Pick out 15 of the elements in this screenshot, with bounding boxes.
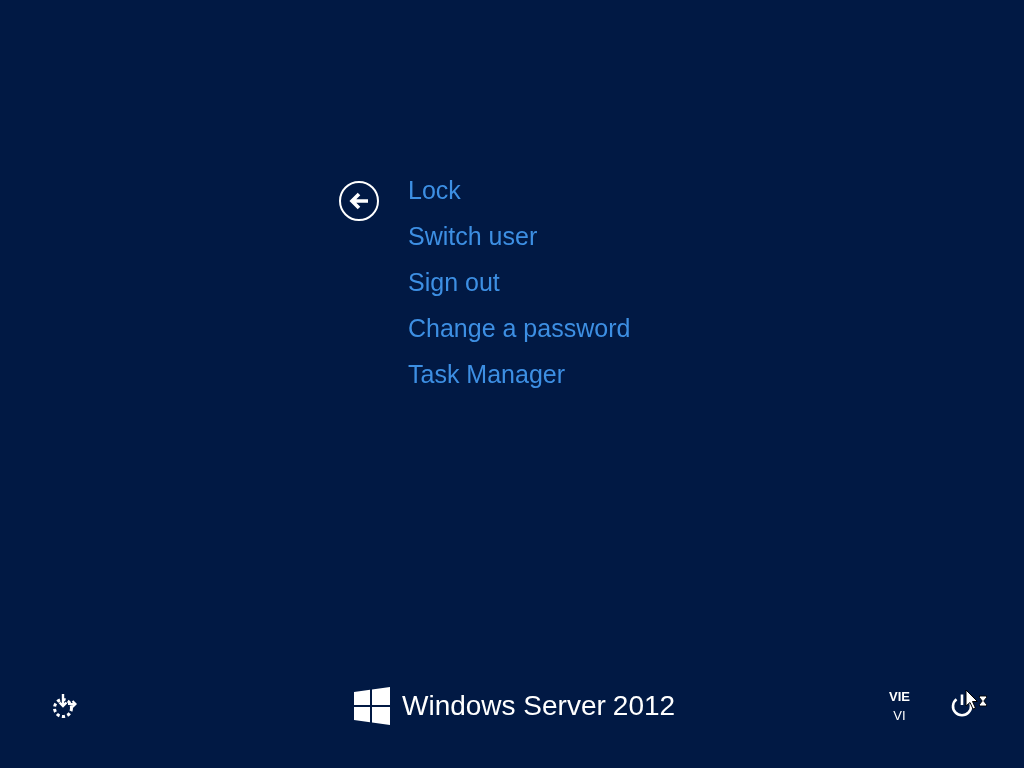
menu-link[interactable]: Task Manager (408, 351, 566, 397)
menu-link[interactable]: Change a password (408, 305, 631, 351)
version-number: 2012 (612, 690, 676, 722)
menu-link[interactable]: Sign out (408, 259, 500, 305)
product-name: Windows Server (402, 690, 606, 722)
busy-cursor-icon (965, 689, 987, 711)
back-button[interactable] (339, 181, 379, 221)
flag-logo-icon (354, 687, 390, 725)
ease-of-access-button[interactable] (51, 693, 77, 719)
power-icon (950, 694, 974, 718)
language-button[interactable]: VIE VI (889, 687, 910, 725)
dashed-circle-arrow-icon (51, 693, 77, 719)
menu-link[interactable]: Lock (408, 167, 461, 213)
menu-link[interactable]: Switch user (408, 213, 538, 259)
left-arrow-icon (348, 192, 369, 210)
